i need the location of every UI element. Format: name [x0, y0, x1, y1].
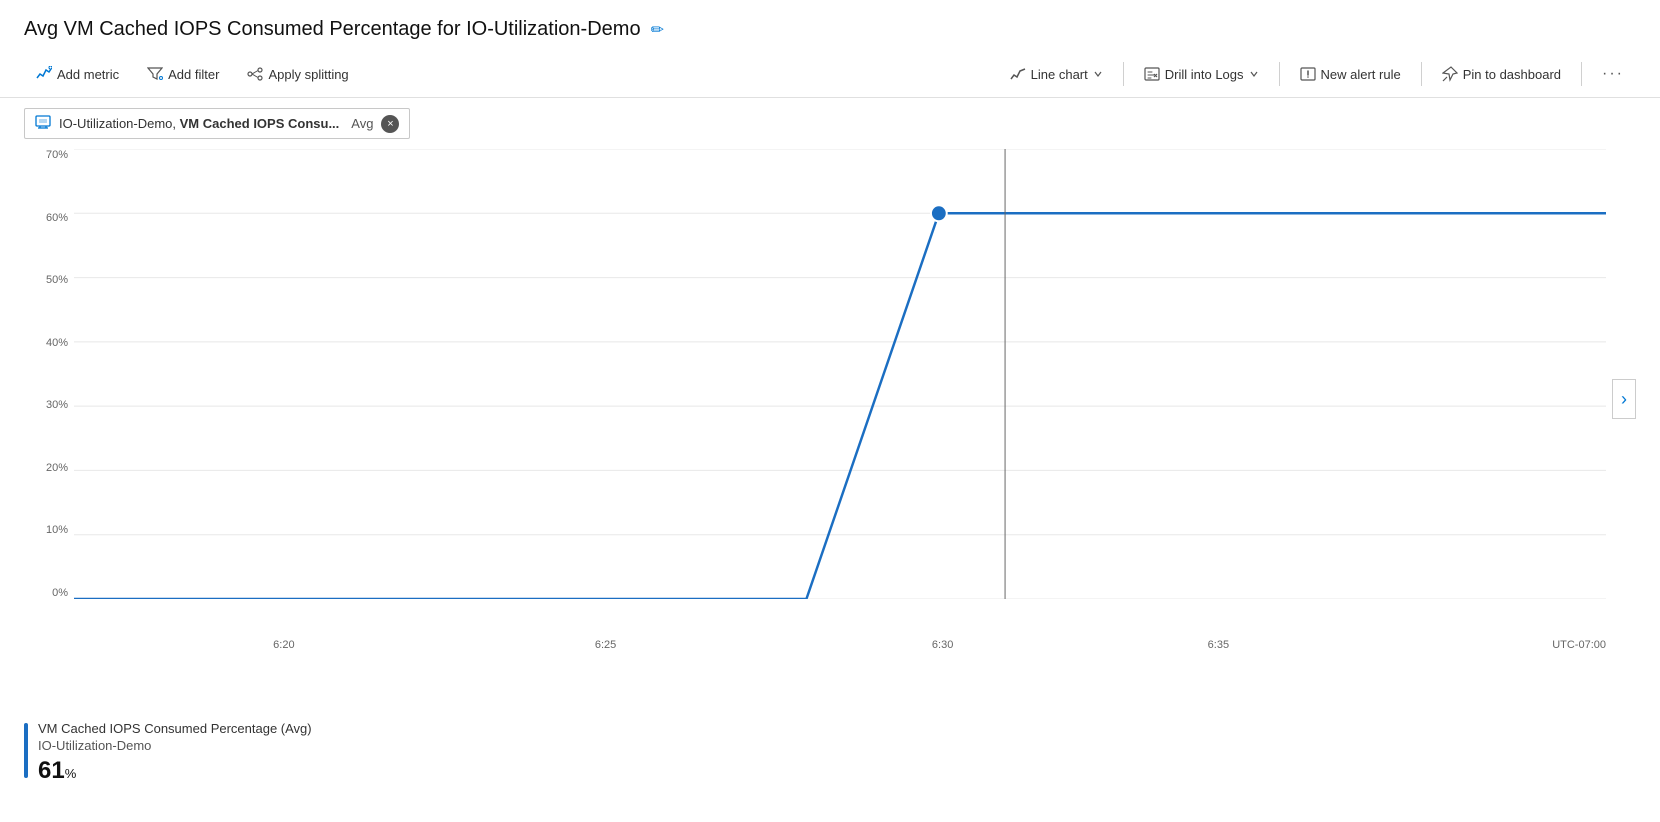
- legend-value: 61%: [38, 757, 312, 785]
- x-label-635: 6:35: [1208, 639, 1229, 651]
- title-bar: Avg VM Cached IOPS Consumed Percentage f…: [0, 0, 1660, 51]
- add-filter-button[interactable]: Add filter: [135, 60, 231, 88]
- metric-pill-label: IO-Utilization-Demo, VM Cached IOPS Cons…: [59, 116, 339, 131]
- line-chart-button[interactable]: Line chart: [998, 60, 1115, 88]
- page-title: Avg VM Cached IOPS Consumed Percentage f…: [24, 18, 641, 41]
- edit-icon[interactable]: ✏: [651, 20, 664, 40]
- more-icon: ···: [1602, 65, 1624, 83]
- pin-to-dashboard-button[interactable]: Pin to dashboard: [1430, 60, 1573, 88]
- legend-color-bar: [24, 723, 28, 778]
- toolbar: Add metric Add filter: [0, 51, 1660, 98]
- pin-icon: [1442, 66, 1458, 82]
- toolbar-divider-3: [1421, 62, 1422, 86]
- legend: VM Cached IOPS Consumed Percentage (Avg)…: [0, 709, 1660, 795]
- filter-icon: [147, 66, 163, 82]
- y-label-60: 60%: [46, 212, 68, 224]
- y-label-0: 0%: [52, 587, 68, 599]
- metric-pill-close-button[interactable]: ×: [381, 115, 399, 133]
- toolbar-divider-4: [1581, 62, 1582, 86]
- toolbar-divider-1: [1123, 62, 1124, 86]
- drill-into-logs-button[interactable]: Drill into Logs: [1132, 60, 1271, 88]
- vm-icon: [35, 114, 51, 133]
- x-label-630: 6:30: [932, 639, 953, 651]
- more-options-button[interactable]: ···: [1590, 59, 1636, 89]
- metric-bar: IO-Utilization-Demo, VM Cached IOPS Cons…: [0, 98, 1660, 139]
- page: Avg VM Cached IOPS Consumed Percentage f…: [0, 0, 1660, 822]
- legend-title: VM Cached IOPS Consumed Percentage (Avg): [38, 721, 312, 736]
- y-label-40: 40%: [46, 337, 68, 349]
- chevron-right-icon: ›: [1621, 389, 1627, 410]
- chart-container: 70% 60% 50% 40% 30% 20% 10% 0%: [24, 149, 1636, 649]
- toolbar-right: Line chart Drill into Logs: [998, 59, 1636, 89]
- metric-pill[interactable]: IO-Utilization-Demo, VM Cached IOPS Cons…: [24, 108, 410, 139]
- y-label-50: 50%: [46, 274, 68, 286]
- x-label-620: 6:20: [273, 639, 294, 651]
- chart-svg: Oct 11 6:31 PM: [74, 149, 1606, 599]
- toolbar-divider-2: [1279, 62, 1280, 86]
- chevron-down-icon-2: [1249, 69, 1259, 79]
- add-metric-button[interactable]: Add metric: [24, 60, 131, 88]
- toolbar-left: Add metric Add filter: [24, 60, 361, 88]
- data-point: [931, 205, 947, 221]
- metric-pill-agg: Avg: [351, 116, 373, 131]
- x-label-625: 6:25: [595, 639, 616, 651]
- new-alert-rule-button[interactable]: New alert rule: [1288, 60, 1413, 88]
- split-icon: [247, 66, 263, 82]
- logs-icon: [1144, 66, 1160, 82]
- chart-area: 70% 60% 50% 40% 30% 20% 10% 0%: [0, 139, 1660, 649]
- chart-svg-area: Oct 11 6:31 PM 6:20 6:25 6:30 6:35 UTC-0…: [74, 149, 1606, 599]
- legend-subtitle: IO-Utilization-Demo: [38, 738, 312, 753]
- legend-text: VM Cached IOPS Consumed Percentage (Avg)…: [38, 721, 312, 785]
- y-label-70: 70%: [46, 149, 68, 161]
- alert-icon: [1300, 66, 1316, 82]
- add-metric-icon: [36, 66, 52, 82]
- expand-chart-button[interactable]: ›: [1612, 379, 1636, 419]
- chart-icon: [1010, 66, 1026, 82]
- y-label-10: 10%: [46, 524, 68, 536]
- apply-splitting-button[interactable]: Apply splitting: [235, 60, 360, 88]
- y-label-20: 20%: [46, 462, 68, 474]
- chevron-down-icon: [1093, 69, 1103, 79]
- y-axis: 70% 60% 50% 40% 30% 20% 10% 0%: [24, 149, 74, 599]
- x-label-utc: UTC-07:00: [1552, 639, 1606, 651]
- y-label-30: 30%: [46, 399, 68, 411]
